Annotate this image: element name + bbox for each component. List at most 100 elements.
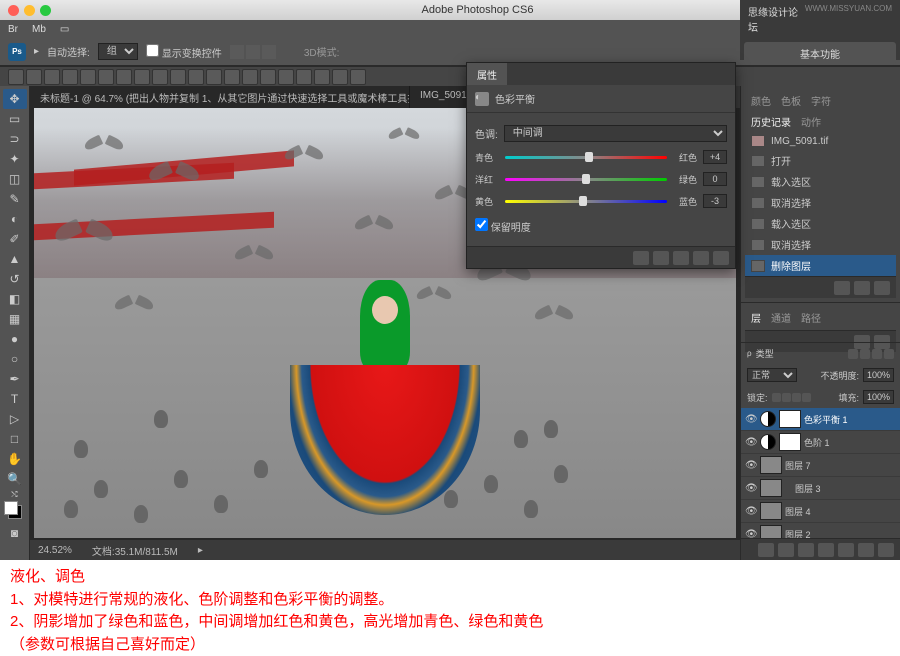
tab-history[interactable]: 历史记录 [751, 114, 791, 129]
tab-properties[interactable]: 属性 [467, 63, 507, 85]
shortcut-icon[interactable] [62, 69, 78, 85]
history-item[interactable]: 载入选区 [745, 171, 896, 192]
fill-input[interactable]: 100% [863, 390, 894, 404]
heal-tool[interactable]: ◐ [3, 209, 27, 229]
type-tool[interactable]: T [3, 389, 27, 409]
shortcut-icon[interactable] [80, 69, 96, 85]
show-transform-checkbox[interactable]: 显示变换控件 [146, 44, 222, 60]
layer-thumb[interactable] [760, 479, 782, 497]
eye-icon[interactable] [693, 251, 709, 265]
document-tab-1[interactable]: 未标题-1 @ 64.7% (把出人物并复制 1、从其它图片通过快速选择工具或魔… [30, 86, 410, 108]
tone-dropdown[interactable]: 中间调 [504, 125, 727, 142]
tab-char[interactable]: 字符 [811, 93, 831, 108]
layer-row[interactable]: 👁色彩平衡 1 [741, 408, 900, 431]
maximize-button[interactable] [40, 5, 51, 16]
visibility-icon[interactable]: 👁 [745, 414, 757, 424]
hand-tool[interactable]: ✋ [3, 449, 27, 469]
minimize-button[interactable] [24, 5, 35, 16]
visibility-icon[interactable]: 👁 [745, 483, 757, 493]
fx-icon[interactable] [778, 543, 794, 557]
lock-icon[interactable] [782, 393, 791, 402]
layer-mask[interactable] [779, 410, 801, 428]
opacity-input[interactable]: 100% [863, 368, 894, 382]
layer-row[interactable]: 👁图层 7 [741, 454, 900, 477]
layer-mask[interactable] [779, 433, 801, 451]
pen-tool[interactable]: ✒ [3, 369, 27, 389]
slider-value[interactable]: +4 [703, 150, 727, 164]
tab-actions[interactable]: 动作 [801, 114, 821, 129]
shortcut-icon[interactable] [278, 69, 294, 85]
visibility-icon[interactable]: 👁 [745, 529, 757, 538]
tab-swatches[interactable]: 色板 [781, 93, 801, 108]
history-item[interactable]: 载入选区 [745, 213, 896, 234]
shortcut-icon[interactable] [332, 69, 348, 85]
layer-thumb[interactable] [760, 525, 782, 538]
properties-panel[interactable]: 属性 ◐色彩平衡 色调:中间调 青色红色+4 洋红绿色0 黄色蓝色-3 保留明度 [466, 62, 736, 269]
move-tool[interactable]: ✥ [3, 89, 27, 109]
align-icons[interactable] [230, 45, 276, 59]
filter-icon[interactable] [848, 349, 858, 359]
slider-value[interactable]: 0 [703, 172, 727, 186]
auto-select-dropdown[interactable]: 组 [98, 43, 138, 60]
eraser-tool[interactable]: ◧ [3, 289, 27, 309]
cyan-red-slider[interactable] [505, 152, 667, 162]
lock-icon[interactable] [802, 393, 811, 402]
visibility-icon[interactable]: 👁 [745, 460, 757, 470]
slider-value[interactable]: -3 [703, 194, 727, 208]
trash-icon[interactable] [713, 251, 729, 265]
visibility-icon[interactable]: 👁 [745, 437, 757, 447]
crop-tool[interactable]: ◫ [3, 169, 27, 189]
reset-icon[interactable] [673, 251, 689, 265]
shortcut-icon[interactable] [260, 69, 276, 85]
lock-icon[interactable] [772, 393, 781, 402]
gradient-tool[interactable]: ▦ [3, 309, 27, 329]
shortcut-icon[interactable] [8, 69, 24, 85]
lock-icon[interactable] [792, 393, 801, 402]
layer-thumb[interactable] [760, 502, 782, 520]
clip-icon[interactable] [633, 251, 649, 265]
close-button[interactable] [8, 5, 19, 16]
link-icon[interactable] [758, 543, 774, 557]
shortcut-icon[interactable] [152, 69, 168, 85]
swap-colors-icon[interactable]: ⤭ [3, 489, 27, 501]
bridge-icon[interactable]: Br [8, 24, 18, 35]
shape-tool[interactable]: □ [3, 429, 27, 449]
layer-row[interactable]: 👁色阶 1 [741, 431, 900, 454]
shortcut-icon[interactable] [116, 69, 132, 85]
shortcut-icon[interactable] [206, 69, 222, 85]
wand-tool[interactable]: ✦ [3, 149, 27, 169]
layer-row[interactable]: 👁图层 2 [741, 523, 900, 538]
camera-icon[interactable] [834, 281, 850, 295]
layer-row[interactable]: 👁图层 4 [741, 500, 900, 523]
history-item[interactable]: 取消选择 [745, 234, 896, 255]
shortcut-icon[interactable] [350, 69, 366, 85]
shortcut-icon[interactable] [224, 69, 240, 85]
filter-icon[interactable] [884, 349, 894, 359]
history-item[interactable]: 取消选择 [745, 192, 896, 213]
preserve-luminosity-checkbox[interactable]: 保留明度 [475, 218, 531, 234]
chevron-right-icon[interactable]: ▸ [198, 545, 203, 556]
shortcut-icon[interactable] [26, 69, 42, 85]
adj-icon[interactable] [818, 543, 834, 557]
new-layer-icon[interactable] [858, 543, 874, 557]
lasso-tool[interactable]: ⊃ [3, 129, 27, 149]
tab-layers[interactable]: 层 [751, 310, 761, 325]
eyedropper-tool[interactable]: ✎ [3, 189, 27, 209]
zoom-tool[interactable]: 🔍 [3, 469, 27, 489]
tab-paths[interactable]: 路径 [801, 310, 821, 325]
history-brush-tool[interactable]: ↺ [3, 269, 27, 289]
shortcut-icon[interactable] [188, 69, 204, 85]
shortcut-icon[interactable] [44, 69, 60, 85]
view-icon[interactable] [653, 251, 669, 265]
magenta-green-slider[interactable] [505, 174, 667, 184]
minibridge-icon[interactable]: Mb [32, 24, 46, 35]
filter-icon[interactable] [872, 349, 882, 359]
shortcut-icon[interactable] [296, 69, 312, 85]
shortcut-icon[interactable] [242, 69, 258, 85]
visibility-icon[interactable]: 👁 [745, 506, 757, 516]
workspace-dropdown[interactable]: 基本功能 [744, 42, 896, 65]
screen-mode-icon[interactable]: ▭ [60, 24, 69, 35]
mask-icon[interactable] [798, 543, 814, 557]
group-icon[interactable] [838, 543, 854, 557]
trash-icon[interactable] [874, 281, 890, 295]
